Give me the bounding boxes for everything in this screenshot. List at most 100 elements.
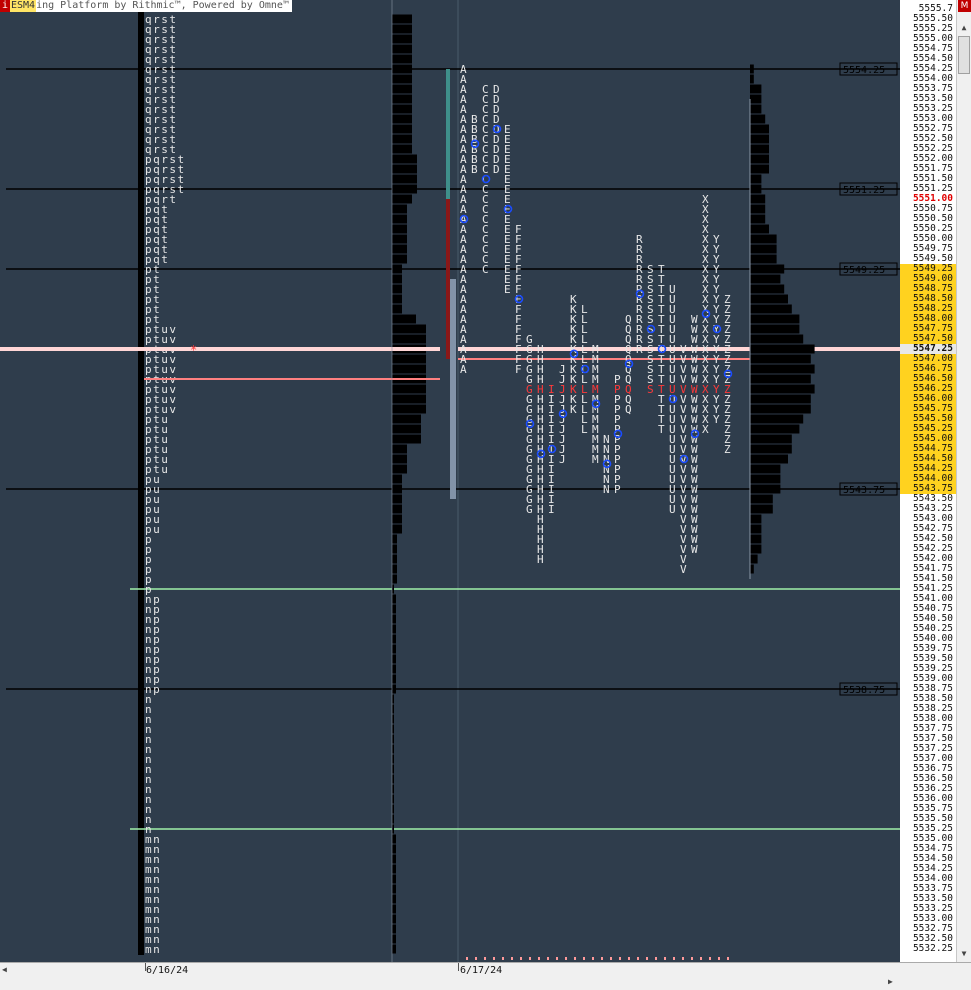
volume-bar-session-2 (750, 304, 792, 314)
date-label-1: 6/16/24 (146, 965, 189, 976)
volume-bar-session-1 (392, 674, 396, 684)
tpo-letter-P: P (614, 483, 621, 496)
tpo-letter-L: L (581, 423, 588, 436)
scroll-right-arrow[interactable]: ▶ (888, 977, 893, 986)
time-axis[interactable]: ◀ 6/16/24 6/17/24 ▶ (0, 962, 900, 990)
volume-bar-session-2 (750, 354, 811, 364)
volume-bar-session-1 (392, 474, 402, 484)
volume-bar-session-1 (392, 94, 412, 104)
volume-bar-session-1 (392, 24, 412, 34)
volume-bar-session-2 (750, 154, 769, 164)
volume-bar-session-2 (750, 84, 762, 94)
volume-bar-session-1 (392, 184, 417, 194)
range-bar (450, 279, 456, 499)
volume-bar-session-1 (392, 64, 412, 74)
tpo-letter-F: F (515, 363, 522, 376)
volume-bar-session-1 (392, 354, 426, 364)
volume-bar-session-1 (392, 364, 426, 374)
tpo-letter-E: E (504, 283, 511, 296)
tpo-letter-W: W (691, 543, 698, 556)
volume-bar-session-1 (392, 164, 417, 174)
app-icon: i (0, 0, 10, 12)
volume-bar-session-1 (392, 644, 396, 654)
volume-bar-session-1 (392, 454, 407, 464)
volume-bar-session-1 (392, 624, 396, 634)
volume-bar-session-2 (750, 494, 773, 504)
volume-bar-session-1 (392, 444, 407, 454)
volume-bar-session-2 (750, 484, 781, 494)
scroll-up-arrow[interactable]: ▲ (958, 22, 970, 34)
volume-bar-session-1 (392, 144, 412, 154)
volume-bar-session-2 (750, 524, 762, 534)
volume-bar-session-1 (392, 204, 407, 214)
volume-bar-session-2 (750, 464, 781, 474)
volume-bar-session-1 (392, 424, 421, 434)
volume-bar-session-1 (392, 104, 412, 114)
tpo-chart-area[interactable]: 5554.25 5551.25 5549.25 5543.75 5538.75 qrst q… (0, 0, 900, 962)
volume-bar-session-1 (392, 74, 412, 84)
volume-bar-session-2 (750, 64, 754, 74)
vertical-scrollbar[interactable]: M ▲ ▼ (956, 0, 971, 962)
volume-bar-session-1 (392, 44, 412, 54)
volume-bar-session-2 (750, 184, 762, 194)
volume-bar-session-1 (392, 664, 396, 674)
symbol-label[interactable]: ESM4 (10, 0, 37, 12)
time-dot (646, 957, 648, 960)
time-dot (592, 957, 594, 960)
tpo-chart-svg: 5554.255551.255549.255543.755538.75qrstq… (0, 0, 900, 962)
volume-bar-session-2 (750, 214, 766, 224)
volume-bar-session-2 (750, 314, 800, 324)
volume-bar-session-2 (750, 534, 762, 544)
time-dot (700, 957, 702, 960)
volume-bar-session-1 (392, 634, 396, 644)
maximize-button[interactable]: M (958, 0, 971, 12)
volume-bar-session-2 (750, 384, 815, 394)
time-dot (628, 957, 630, 960)
volume-bar-session-1 (392, 884, 396, 894)
time-dot (547, 957, 549, 960)
volume-bar-session-1 (392, 604, 396, 614)
volume-bar-session-2 (750, 164, 769, 174)
volume-bar-session-1 (392, 914, 396, 924)
volume-bar-session-1 (392, 314, 416, 324)
volume-bar-session-1 (392, 564, 397, 574)
volume-bar-session-2 (750, 254, 777, 264)
tpo-letter-M: M (592, 453, 599, 466)
tpo-letter-D: D (493, 163, 500, 176)
volume-bar-session-1 (392, 414, 421, 424)
volume-bar-session-1 (392, 844, 396, 854)
volume-bar-session-1 (392, 484, 402, 494)
time-dot (529, 957, 531, 960)
volume-bar-session-2 (750, 544, 762, 554)
volume-bar-session-1 (392, 904, 396, 914)
time-dot (583, 957, 585, 960)
time-dot (520, 957, 522, 960)
scroll-thumb[interactable] (958, 36, 970, 74)
volume-bar-session-2 (750, 404, 811, 414)
tpo-letter-R: R (636, 343, 643, 356)
volume-bar-session-1 (392, 264, 402, 274)
scroll-left-arrow[interactable]: ◀ (2, 965, 7, 974)
tpo-letter-X: X (702, 423, 709, 436)
tpo-letter-Z: Z (724, 443, 731, 456)
time-dot (574, 957, 576, 960)
volume-bar-session-2 (750, 554, 758, 564)
time-dot (511, 957, 513, 960)
volume-bar-session-1 (392, 684, 396, 694)
volume-bar-session-1 (392, 504, 402, 514)
time-dot (493, 957, 495, 960)
volume-bar-session-1 (392, 614, 396, 624)
price-scale[interactable]: 5555.7 5555.50 5555.25 5555.00 5554.75 5554.5… (900, 0, 956, 962)
volume-bar-session-1 (392, 554, 397, 564)
volume-bar-session-1 (392, 234, 407, 244)
market-profile-window: 5554.25 5551.25 5549.25 5543.75 5538.75 qrst q… (0, 0, 971, 990)
volume-bar-session-2 (750, 324, 800, 334)
volume-bar-session-1 (392, 384, 426, 394)
time-dot (655, 957, 657, 960)
volume-bar-session-2 (750, 144, 769, 154)
tpo-letter-N: N (603, 483, 610, 496)
volume-bar-session-2 (750, 224, 769, 234)
scroll-down-arrow[interactable]: ▼ (958, 948, 970, 960)
time-dot (484, 957, 486, 960)
volume-bar-session-2 (750, 364, 815, 374)
